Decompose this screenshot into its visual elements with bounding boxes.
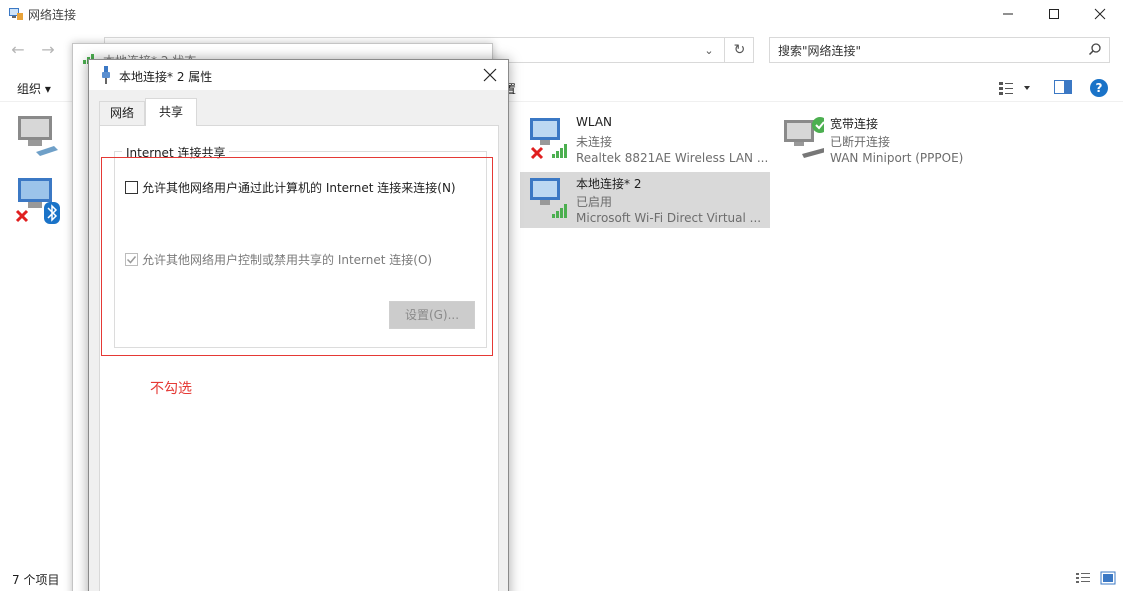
wireless-adapter-icon [530, 118, 567, 160]
close-icon [1094, 8, 1106, 20]
statusbar-view-toggles[interactable] [1076, 571, 1116, 585]
window-title: 网络连接 [28, 8, 77, 22]
item-count: 7 个项目 [12, 573, 60, 587]
close-icon [483, 68, 497, 82]
dialog-title: 本地连接* 2 属性 [119, 70, 213, 84]
tab-sharing[interactable]: 共享 [145, 98, 197, 126]
connection-name: WLAN [576, 115, 613, 129]
connection-status: 已断开连接 [830, 135, 891, 149]
broadband-adapter-icon [784, 117, 824, 158]
network-plug-icon [102, 66, 110, 84]
connection-item-local-2[interactable]: 本地连接* 2 已启用 Microsoft Wi-Fi Direct Virtu… [520, 172, 770, 228]
refresh-icon: ↻ [733, 42, 746, 58]
chevron-down-icon: ⌄ [704, 43, 714, 57]
back-button[interactable]: ← [6, 40, 30, 60]
details-view-icon [1076, 571, 1116, 585]
tab-network[interactable]: 网络 [99, 101, 145, 125]
refresh-button[interactable]: ↻ [724, 37, 754, 63]
minimize-icon [1003, 13, 1013, 15]
title-bar: 网络连接 [0, 0, 1123, 28]
help-button[interactable]: ? [1090, 79, 1108, 97]
minimize-button[interactable] [985, 0, 1031, 28]
annotation-text: 不勾选 [150, 381, 192, 397]
arrow-right-icon: → [41, 40, 55, 59]
network-adapter-icon [18, 116, 58, 156]
arrow-left-icon: ← [11, 40, 25, 59]
forward-button[interactable]: → [36, 40, 60, 60]
annotation-highlight-box [101, 157, 493, 356]
network-connections-icon [9, 8, 23, 20]
properties-dialog: 本地连接* 2 属性 网络 共享 Internet 连接共享 允许其他网络用户通… [88, 59, 509, 591]
address-dropdown-button[interactable]: ⌄ [694, 37, 724, 63]
bluetooth-connection-icon[interactable] [14, 174, 64, 228]
connection-item-wlan[interactable]: WLAN 未连接 Realtek 8821AE Wireless LAN ... [520, 112, 770, 168]
connection-device: Microsoft Wi-Fi Direct Virtual ... [576, 211, 762, 225]
connection-device: WAN Miniport (PPPOE) [830, 151, 964, 165]
connection-device: Realtek 8821AE Wireless LAN ... [576, 151, 769, 165]
connection-status: 未连接 [576, 135, 613, 149]
network-adapter-icon [15, 178, 60, 224]
dialog-close-button[interactable] [479, 64, 501, 86]
ethernet-connection-icon[interactable] [14, 112, 64, 164]
connection-name: 宽带连接 [830, 117, 879, 131]
connection-item-broadband[interactable]: 宽带连接 已断开连接 WAN Miniport (PPPOE) [774, 112, 1024, 168]
preview-pane-icon [1064, 81, 1071, 93]
search-icon[interactable] [1088, 42, 1102, 56]
search-placeholder: 搜索"网络连接" [778, 44, 862, 58]
maximize-icon [1049, 9, 1059, 19]
preview-pane-button[interactable] [1054, 80, 1072, 94]
change-view-button[interactable] [998, 80, 1038, 96]
connection-status: 已启用 [576, 195, 613, 209]
organize-menu[interactable]: 组织 ▾ [17, 80, 51, 97]
view-options-icon [999, 82, 1030, 95]
wireless-adapter-icon [530, 178, 567, 218]
close-button[interactable] [1077, 0, 1123, 28]
maximize-button[interactable] [1031, 0, 1077, 28]
connection-name: 本地连接* 2 [576, 177, 642, 191]
dialog-title-bar: 本地连接* 2 属性 [89, 60, 508, 90]
